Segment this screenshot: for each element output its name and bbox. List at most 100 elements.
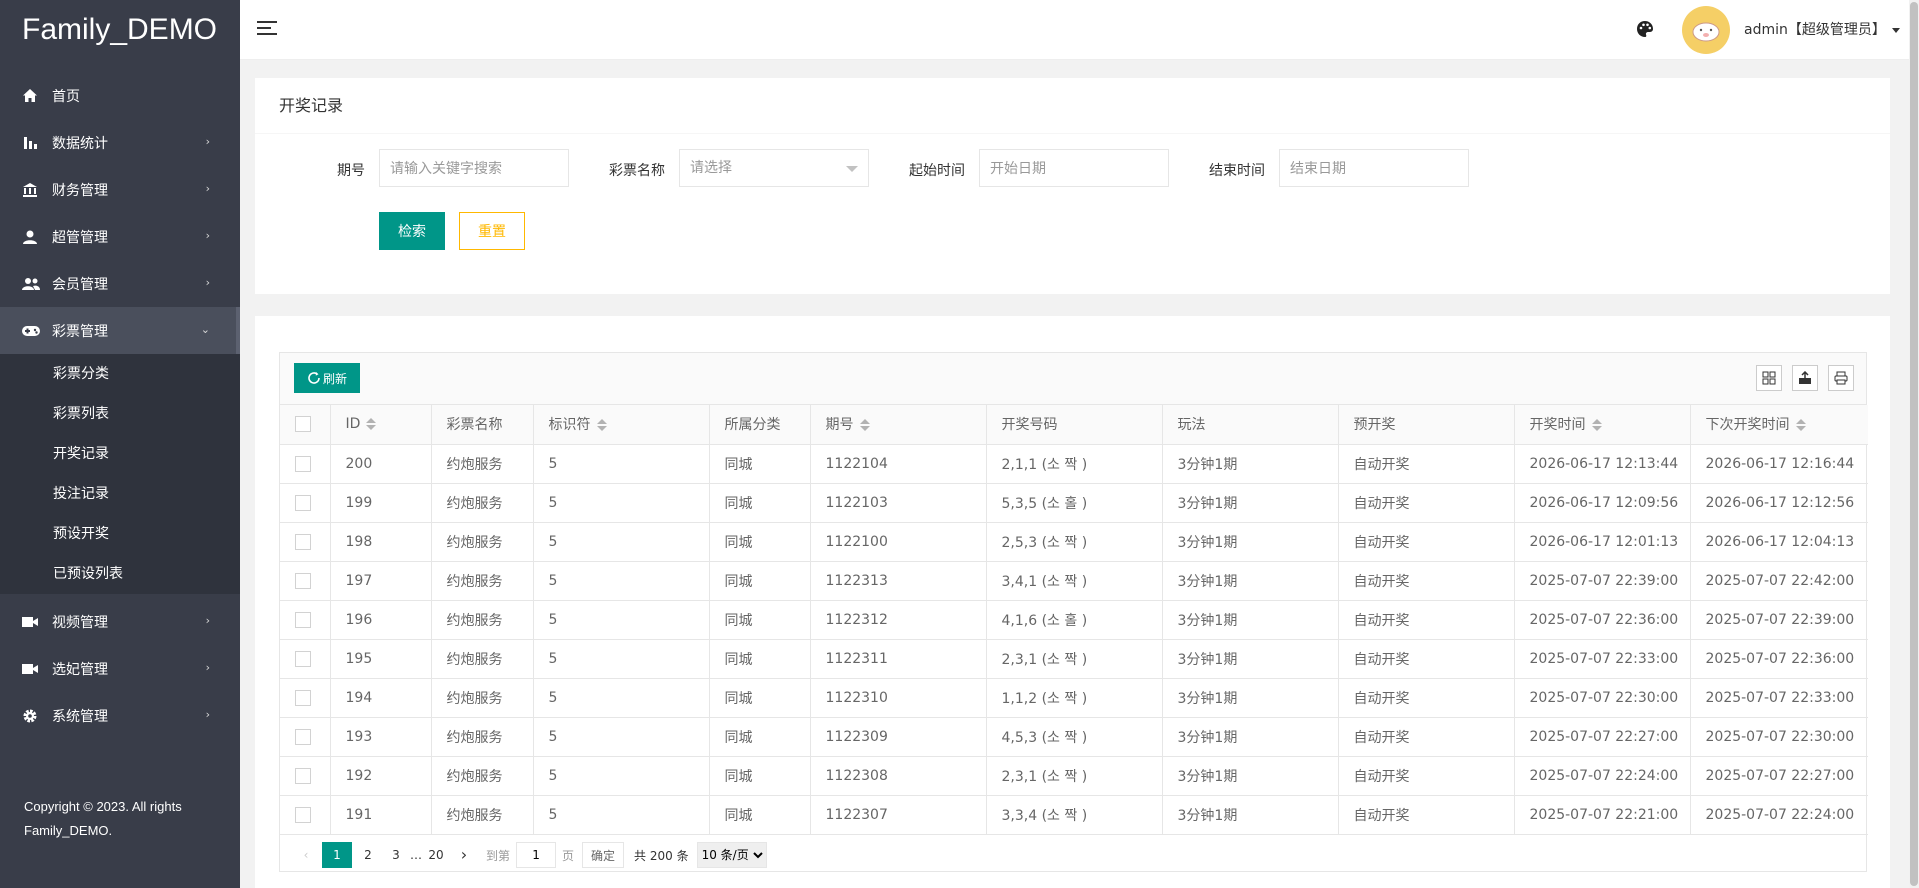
- sidebar-item-home[interactable]: 首页: [0, 72, 240, 119]
- filter-card: 开奖记录 期号 彩票名称 请选择 起始时间 结束时间 检索 重置: [255, 78, 1890, 294]
- table-cell: 200: [330, 444, 432, 484]
- table-cell: 5: [533, 483, 710, 523]
- table-cell: 194: [330, 678, 432, 718]
- sort-icon[interactable]: [596, 419, 607, 432]
- confirm-page-button[interactable]: 确定: [582, 842, 625, 868]
- table-cell: 5,3,5 (소 홀 ): [986, 483, 1163, 523]
- table-cell: 同城: [709, 639, 811, 679]
- sidebar-item-members[interactable]: 会员管理 ›: [0, 260, 240, 307]
- sidebar-item-label: 选妃管理: [52, 661, 108, 678]
- avatar[interactable]: [1682, 6, 1730, 54]
- column-label: 玩法: [1177, 417, 1206, 434]
- sidebar-item-label: 会员管理: [52, 276, 108, 293]
- submenu-item-lottery-category[interactable]: 彩票分类: [0, 354, 240, 394]
- sidebar-item-finance[interactable]: 财务管理 ›: [0, 166, 240, 213]
- theme-palette-icon[interactable]: [1636, 20, 1654, 42]
- row-checkbox[interactable]: [295, 728, 311, 745]
- issue-search-input[interactable]: [379, 149, 569, 187]
- submenu-item-bet-records[interactable]: 投注记录: [0, 474, 240, 514]
- table-cell: 195: [330, 639, 432, 679]
- refresh-button[interactable]: 刷新: [294, 363, 360, 393]
- table-row: 195 约炮服务 5 同城 1122311 2,3,1 (소 짝 ) 3分钟1期 自动开奖 20…: [280, 639, 1868, 679]
- row-checkbox[interactable]: [295, 533, 311, 550]
- user-name: admin【超级管理员】: [1744, 22, 1886, 38]
- select-all-checkbox[interactable]: [295, 416, 311, 433]
- page-1[interactable]: 1: [322, 842, 352, 868]
- next-page-icon[interactable]: ›: [452, 842, 476, 868]
- page-last[interactable]: 20: [424, 842, 448, 868]
- submenu-item-preset-draw[interactable]: 预设开奖: [0, 514, 240, 554]
- print-icon[interactable]: [1828, 365, 1854, 391]
- table-cell: 自动开奖: [1338, 639, 1515, 679]
- table-cell: 2025-07-07 22:27:00: [1690, 756, 1868, 796]
- table-cell: 2,1,1 (소 짝 ): [986, 444, 1163, 484]
- table-cell: 3分钟1期: [1162, 678, 1339, 718]
- columns-filter-icon[interactable]: [1756, 365, 1782, 391]
- menu-toggle-icon[interactable]: [256, 18, 278, 40]
- table-cell: 自动开奖: [1338, 678, 1515, 718]
- column-header-draw-time[interactable]: 开奖时间: [1514, 405, 1691, 445]
- sidebar-item-stats[interactable]: 数据统计 ›: [0, 119, 240, 166]
- copyright-line: Family_DEMO.: [24, 823, 113, 838]
- sidebar-item-system[interactable]: 系统管理 ›: [0, 692, 240, 739]
- column-header-issue[interactable]: 期号: [810, 405, 987, 445]
- row-checkbox[interactable]: [295, 650, 311, 667]
- table-cell: 约炮服务: [431, 483, 534, 523]
- page-jump-input[interactable]: [516, 842, 557, 868]
- column-header-id[interactable]: ID: [330, 405, 432, 445]
- table-cell: 4,1,6 (소 홀 ): [986, 600, 1163, 640]
- search-button[interactable]: 检索: [379, 212, 445, 250]
- table-cell: 约炮服务: [431, 639, 534, 679]
- prev-page-icon[interactable]: ‹: [294, 842, 318, 868]
- bank-icon: [22, 182, 52, 198]
- submenu-item-draw-records[interactable]: 开奖记录: [0, 434, 240, 474]
- sort-icon[interactable]: [1591, 419, 1602, 432]
- scrollbar-thumb[interactable]: [1910, 2, 1918, 886]
- row-checkbox[interactable]: [295, 572, 311, 589]
- table-cell: 3,4,1 (소 짝 ): [986, 561, 1163, 601]
- end-date-input[interactable]: [1279, 149, 1469, 187]
- table-cell: 2025-07-07 22:36:00: [1690, 639, 1868, 679]
- issue-label: 期号: [337, 163, 365, 179]
- table-cell: 193: [330, 717, 432, 757]
- sort-icon[interactable]: [1795, 419, 1806, 432]
- reset-button[interactable]: 重置: [459, 212, 525, 250]
- refresh-label: 刷新: [322, 371, 347, 386]
- sidebar-item-video[interactable]: 视频管理 ›: [0, 598, 240, 645]
- submenu-item-lottery-list[interactable]: 彩票列表: [0, 394, 240, 434]
- table-cell: 同城: [709, 756, 811, 796]
- sidebar-item-selection[interactable]: 选妃管理 ›: [0, 645, 240, 692]
- copyright: Copyright © 2023. All rights Family_DEMO…: [24, 795, 224, 843]
- submenu-item-preset-list[interactable]: 已预设列表: [0, 554, 240, 594]
- row-checkbox[interactable]: [295, 689, 311, 706]
- column-header-next-draw-time[interactable]: 下次开奖时间: [1690, 405, 1868, 445]
- export-icon[interactable]: [1792, 365, 1818, 391]
- row-checkbox-cell: [280, 444, 331, 484]
- row-checkbox[interactable]: [295, 767, 311, 784]
- sidebar-nav: 首页 数据统计 › 财务管理 › 超管管理 › 会员管理 › 彩票管理 ⌄: [0, 72, 240, 354]
- table-body: 200 约炮服务 5 同城 1122104 2,1,1 (소 짝 ) 3分钟1期 自动开奖 20…: [280, 444, 1868, 835]
- lottery-name-select[interactable]: 请选择: [679, 149, 869, 187]
- table-cell: 5: [533, 756, 710, 796]
- page-ellipsis: …: [410, 848, 422, 862]
- sidebar-item-label: 超管管理: [52, 229, 108, 246]
- page-3[interactable]: 3: [384, 842, 408, 868]
- page-2[interactable]: 2: [356, 842, 380, 868]
- table-cell: 5: [533, 795, 710, 835]
- row-checkbox[interactable]: [295, 806, 311, 823]
- column-header-identifier[interactable]: 标识符: [533, 405, 710, 445]
- user-menu[interactable]: admin【超级管理员】: [1744, 19, 1900, 39]
- sort-icon[interactable]: [859, 419, 870, 432]
- page-size-select[interactable]: 10 条/页: [696, 842, 767, 868]
- goto-label: 到第: [486, 848, 511, 863]
- column-label: 开奖时间: [1529, 417, 1586, 434]
- table-cell: 5: [533, 444, 710, 484]
- row-checkbox[interactable]: [295, 494, 311, 511]
- sidebar-item-superadmin[interactable]: 超管管理 ›: [0, 213, 240, 260]
- row-checkbox[interactable]: [295, 455, 311, 472]
- start-date-input[interactable]: [979, 149, 1169, 187]
- row-checkbox[interactable]: [295, 611, 311, 628]
- column-label: 下次开奖时间: [1705, 417, 1790, 434]
- sidebar-item-lottery[interactable]: 彩票管理 ⌄: [0, 307, 240, 354]
- sort-icon[interactable]: [366, 418, 377, 431]
